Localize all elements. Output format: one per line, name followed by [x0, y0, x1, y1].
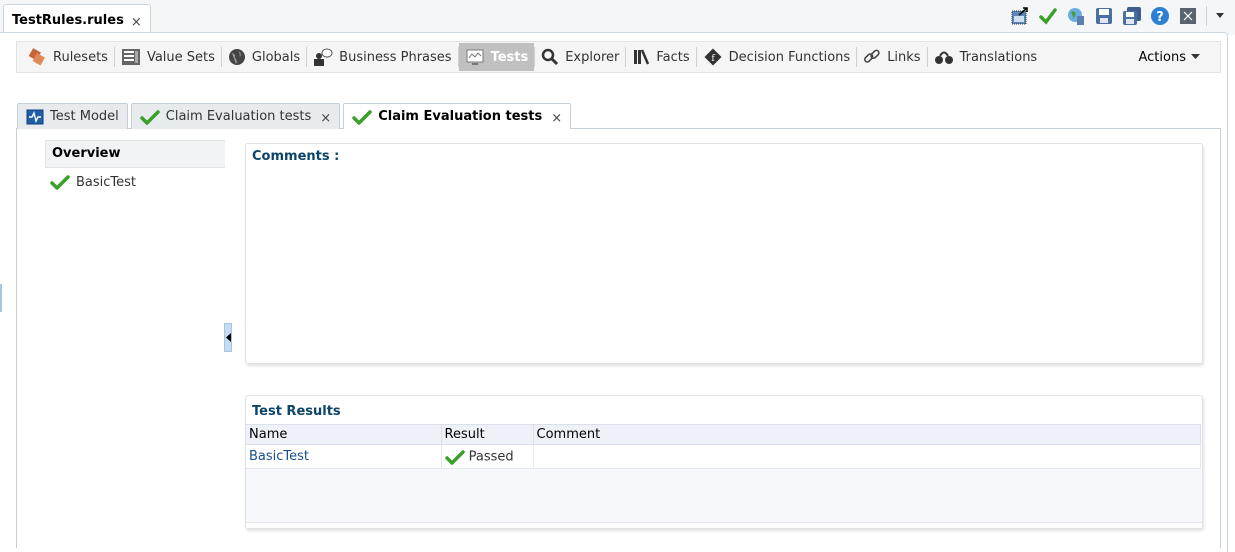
nav-business-phrases[interactable]: Business Phrases	[307, 43, 457, 71]
svg-text:?: ?	[1156, 10, 1164, 25]
actions-menu[interactable]: Actions	[1138, 49, 1200, 65]
tests-icon	[466, 49, 484, 65]
table-empty-area	[246, 469, 1202, 523]
nav-label: Value Sets	[146, 49, 215, 65]
table-row[interactable]: BasicTest Passed	[246, 444, 1201, 469]
value-sets-icon	[121, 49, 140, 65]
chevron-down-icon	[1191, 54, 1200, 59]
nav-tests[interactable]: Tests	[458, 43, 535, 71]
links-icon	[864, 49, 880, 63]
nav-label: Business Phrases	[339, 49, 452, 65]
close-icon[interactable]: ×	[131, 15, 142, 30]
nav-decision-functions[interactable]: f Decision Functions	[697, 43, 857, 71]
check-icon	[352, 109, 372, 125]
toolbar: ?	[1010, 6, 1225, 26]
decision-functions-icon: f	[704, 48, 722, 66]
tab-label: Claim Evaluation tests	[165, 109, 312, 124]
result-status: Passed	[468, 449, 514, 464]
nav-label: Explorer	[565, 49, 620, 65]
result-comment	[533, 444, 1201, 469]
dropdown-icon[interactable]	[1215, 6, 1225, 26]
facts-icon	[634, 49, 650, 65]
overview-item-basictest[interactable]: BasicTest	[50, 174, 136, 190]
translations-icon	[934, 51, 953, 64]
subtab-bar: Test Model Claim Evaluation tests × Clai…	[17, 103, 572, 129]
tab-label: Claim Evaluation tests	[378, 109, 543, 124]
check-icon	[50, 175, 70, 190]
test-results-panel: Test Results Name Result Comment BasicTe…	[245, 395, 1203, 529]
close-icon[interactable]: ×	[320, 111, 331, 126]
collapse-panel-handle[interactable]	[224, 323, 232, 352]
tab-claim-evaluation-tests-2[interactable]: Claim Evaluation tests ×	[343, 103, 572, 129]
tab-test-model[interactable]: Test Model	[17, 103, 128, 129]
close-icon[interactable]: ×	[551, 111, 562, 126]
actions-label: Actions	[1138, 49, 1187, 65]
translate-icon[interactable]	[1066, 6, 1086, 26]
column-header-name[interactable]: Name	[246, 424, 442, 445]
nav-label: Translations	[959, 49, 1038, 65]
test-results-title: Test Results	[252, 404, 341, 419]
nav-label: Tests	[490, 49, 529, 65]
result-name-link[interactable]: BasicTest	[249, 449, 309, 464]
comments-title: Comments :	[252, 149, 340, 164]
navigation-bar: Rulesets Value Sets Globals Business Phr…	[16, 41, 1221, 73]
search-icon	[541, 48, 559, 66]
nav-value-sets[interactable]: Value Sets	[115, 43, 221, 71]
nav-label: Globals	[251, 49, 301, 65]
document-tab-title: TestRules.rules	[12, 13, 124, 28]
export-icon[interactable]	[1010, 6, 1030, 26]
tab-claim-evaluation-tests-1[interactable]: Claim Evaluation tests ×	[130, 103, 341, 129]
column-header-result[interactable]: Result	[441, 424, 534, 445]
close-window-icon[interactable]	[1178, 6, 1198, 26]
comments-field[interactable]	[252, 172, 1196, 357]
nav-rulesets[interactable]: Rulesets	[21, 43, 114, 71]
nav-label: Links	[887, 49, 921, 65]
result-cell: Passed	[441, 444, 534, 469]
chevron-left-icon	[225, 333, 231, 342]
nav-label: Rulesets	[53, 49, 108, 65]
nav-label: Facts	[656, 49, 690, 65]
nav-links[interactable]: Links	[857, 43, 926, 71]
rulesets-icon	[28, 48, 45, 66]
document-tab[interactable]: TestRules.rules ×	[3, 4, 151, 32]
test-model-icon	[26, 109, 44, 124]
business-phrases-icon	[314, 48, 333, 66]
check-icon	[140, 109, 160, 125]
help-icon[interactable]: ?	[1150, 6, 1170, 26]
nav-explorer[interactable]: Explorer	[535, 43, 625, 71]
comments-panel: Comments :	[245, 143, 1203, 364]
save-all-icon[interactable]	[1122, 6, 1142, 26]
nav-label: Decision Functions	[728, 49, 851, 65]
overview-header: Overview	[45, 140, 225, 168]
nav-translations[interactable]: Translations	[928, 43, 1044, 71]
globe-icon	[228, 49, 245, 65]
save-icon[interactable]	[1094, 6, 1114, 26]
splitter-marker	[0, 284, 2, 312]
check-icon	[444, 449, 465, 465]
column-header-comment[interactable]: Comment	[533, 424, 1201, 445]
validate-icon[interactable]	[1038, 6, 1058, 26]
test-results-table: Name Result Comment BasicTest Passed	[246, 424, 1201, 469]
nav-globals[interactable]: Globals	[222, 43, 306, 71]
nav-facts[interactable]: Facts	[626, 43, 695, 71]
overview-item-label: BasicTest	[76, 174, 137, 190]
tab-label: Test Model	[50, 109, 119, 124]
